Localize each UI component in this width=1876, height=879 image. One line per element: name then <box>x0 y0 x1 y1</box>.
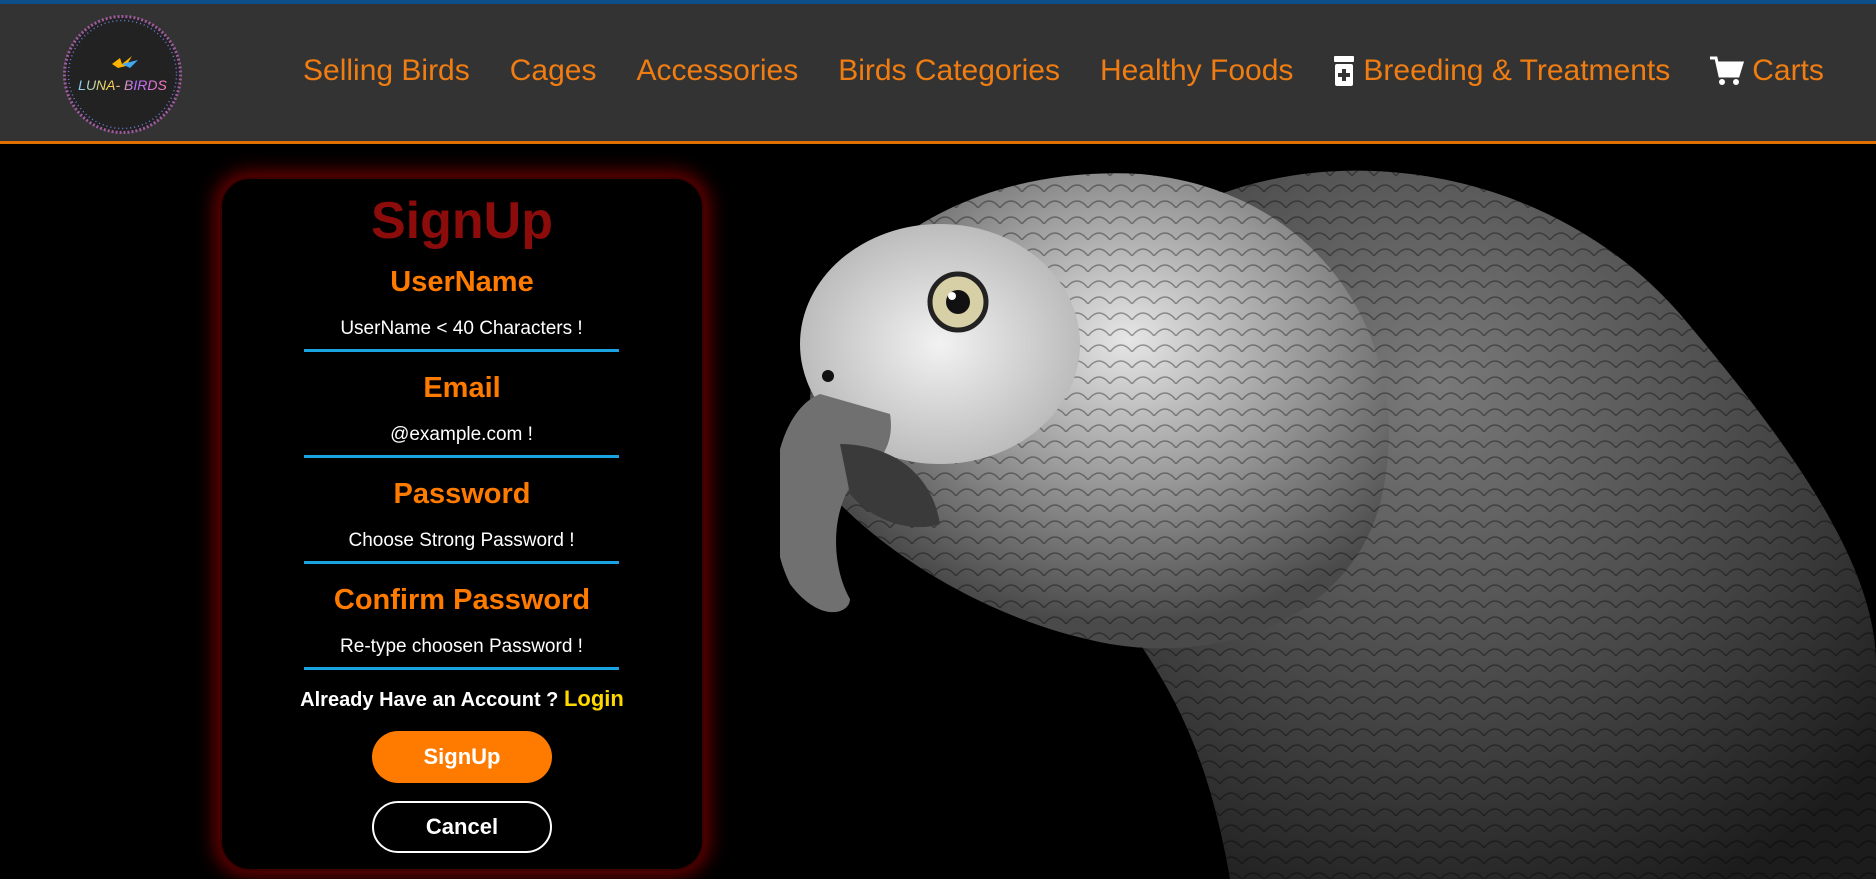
confirm-password-input[interactable] <box>304 627 619 670</box>
parrot-hero-image <box>780 144 1876 879</box>
nav-carts[interactable]: Carts <box>1710 54 1824 88</box>
login-link[interactable]: Login <box>564 686 624 711</box>
email-label: Email <box>423 372 501 404</box>
nav-accessories[interactable]: Accessories <box>636 54 798 88</box>
nav-label: Cages <box>509 54 597 87</box>
email-input[interactable] <box>304 415 619 458</box>
signup-card: SignUp UserName Email Password Confirm P… <box>220 177 704 871</box>
shopping-cart-icon <box>1710 56 1745 85</box>
signup-button[interactable]: SignUp <box>372 731 552 783</box>
main-nav: Selling Birds Cages Accessories Birds Ca… <box>303 54 1824 88</box>
nav-cages[interactable]: Cages <box>510 54 597 88</box>
medicine-bottle-icon <box>1334 56 1355 86</box>
nav-label: Selling Birds <box>303 54 470 87</box>
nav-birds-categories[interactable]: Birds Categories <box>838 54 1060 88</box>
nav-label: Breeding & Treatments <box>1363 54 1671 87</box>
username-input[interactable] <box>304 309 619 352</box>
username-label: UserName <box>390 266 534 298</box>
site-header: LUNA- BIRDS Selling Birds Cages Accessor… <box>0 4 1876 144</box>
nav-selling-birds[interactable]: Selling Birds <box>303 54 470 88</box>
nav-label: Healthy Foods <box>1099 54 1294 87</box>
account-prompt-text: Already Have an Account ? <box>300 689 559 711</box>
nav-label: Birds Categories <box>838 54 1060 87</box>
password-input[interactable] <box>304 521 619 564</box>
logo-text: LUNA- BIRDS <box>78 77 167 93</box>
nav-healthy-foods[interactable]: Healthy Foods <box>1100 54 1293 88</box>
signup-title: SignUp <box>371 192 553 250</box>
luna-birds-logo[interactable]: LUNA- BIRDS <box>60 12 185 137</box>
confirm-password-label: Confirm Password <box>333 584 591 616</box>
cancel-button[interactable]: Cancel <box>372 801 552 853</box>
password-label: Password <box>393 478 531 510</box>
nav-label: Accessories <box>636 54 799 87</box>
account-prompt: Already Have an Account ? Login <box>222 686 702 712</box>
nav-label: Carts <box>1752 54 1824 87</box>
nav-breeding-treatments[interactable]: Breeding & Treatments <box>1333 54 1670 88</box>
